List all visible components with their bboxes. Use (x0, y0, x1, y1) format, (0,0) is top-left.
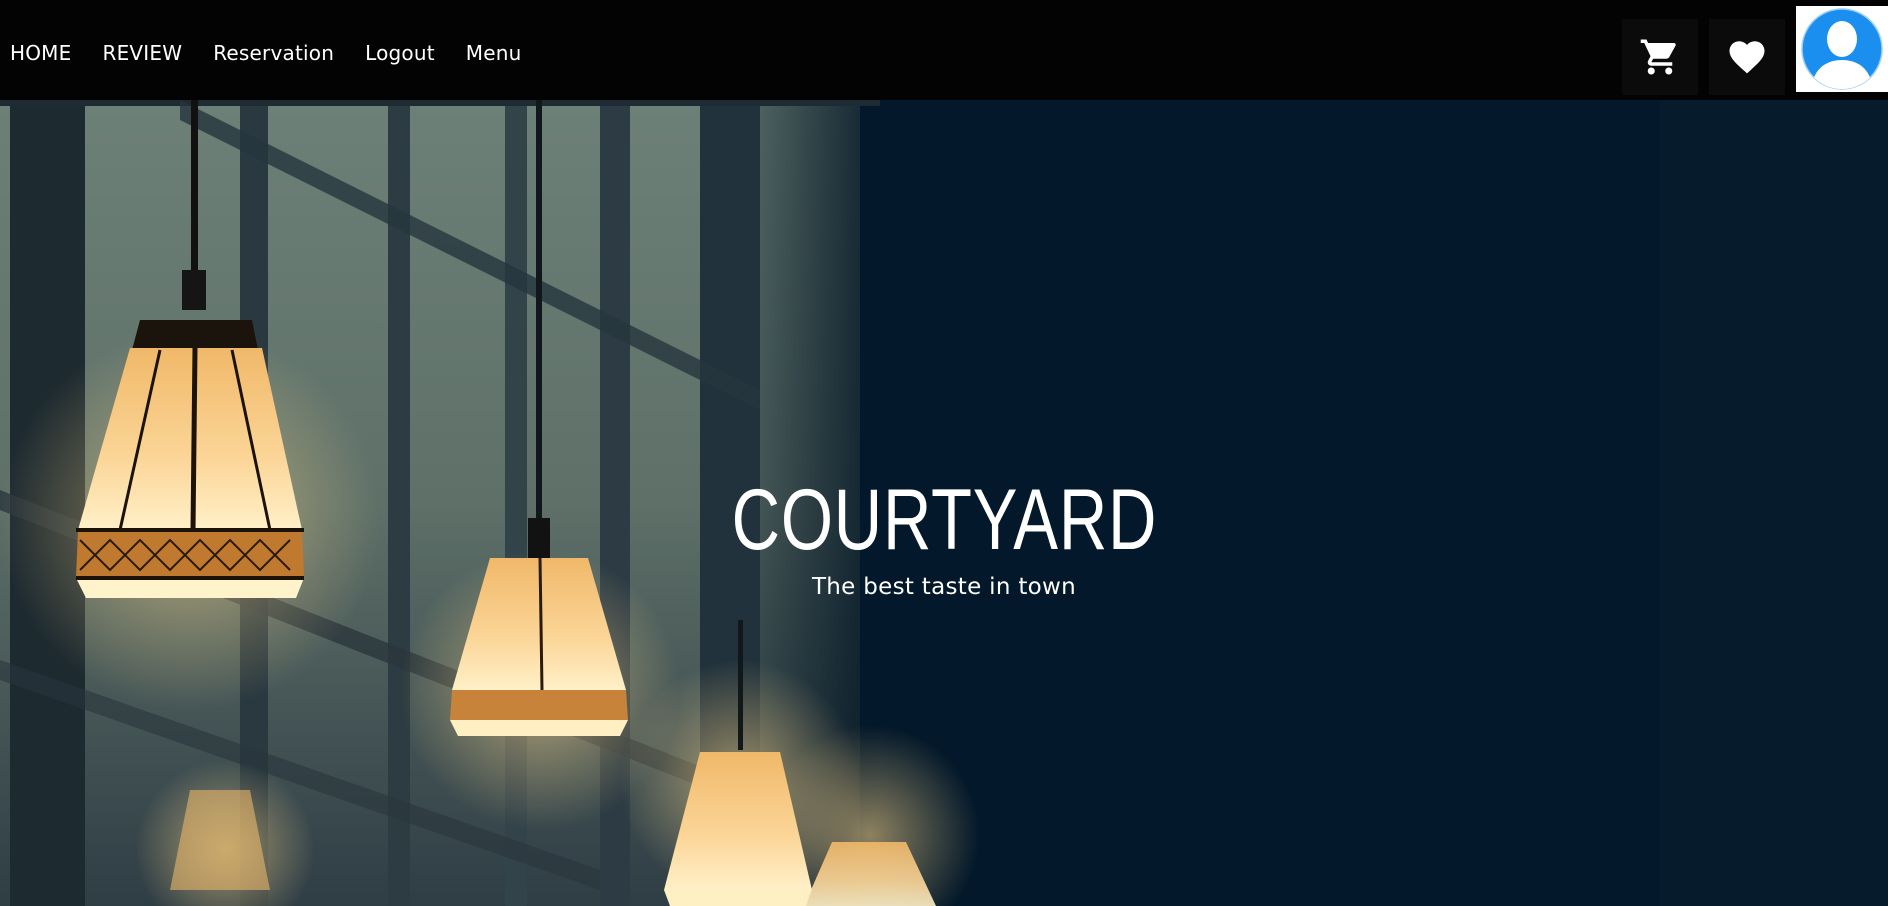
nav-link-reservation[interactable]: Reservation (213, 41, 334, 65)
nav-link-home[interactable]: HOME (10, 41, 71, 65)
hero-section: COURTYARD The best taste in town (0, 100, 1888, 906)
cart-button[interactable] (1622, 19, 1698, 95)
top-navbar: HOME REVIEW Reservation Logout Menu (0, 0, 1888, 100)
heart-icon (1729, 41, 1765, 74)
favorites-button[interactable] (1709, 19, 1785, 95)
shopping-cart-icon (1640, 39, 1676, 75)
profile-avatar-button[interactable] (1796, 6, 1888, 92)
nav-links: HOME REVIEW Reservation Logout Menu (10, 0, 552, 106)
user-avatar-icon (1801, 8, 1883, 90)
nav-link-logout[interactable]: Logout (365, 41, 435, 65)
hero-title: COURTYARD (731, 472, 1158, 568)
nav-link-menu[interactable]: Menu (466, 41, 522, 65)
nav-link-review[interactable]: REVIEW (102, 41, 182, 65)
hero-subtitle: The best taste in town (811, 574, 1077, 600)
